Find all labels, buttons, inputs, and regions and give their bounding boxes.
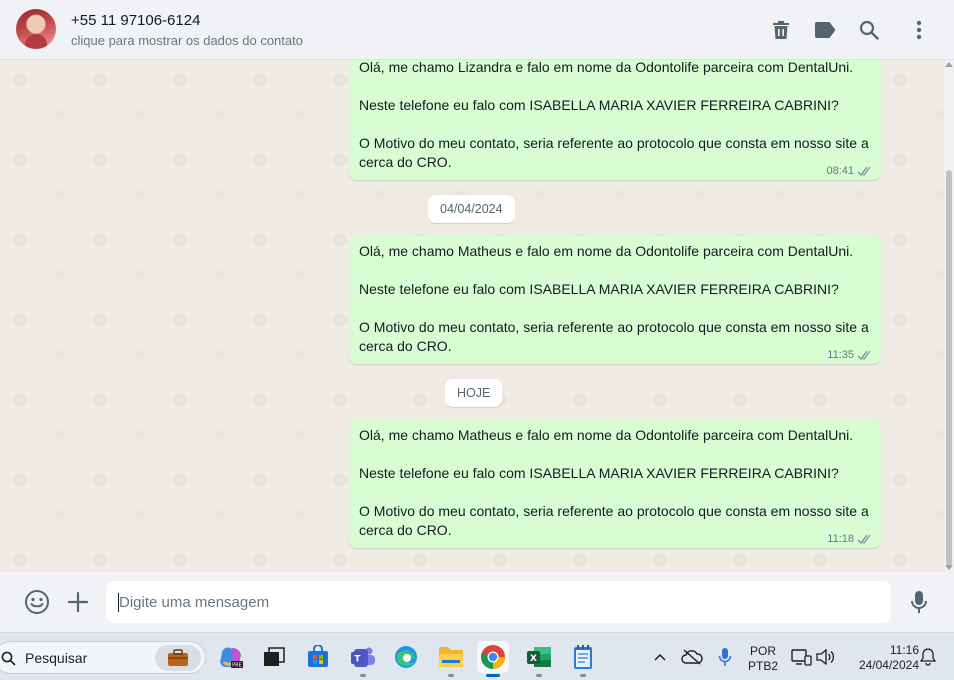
search-icon[interactable] <box>858 19 880 41</box>
chat-scrollbar[interactable] <box>944 60 954 572</box>
message-paragraph: O Motivo do meu contato, seria referente… <box>359 319 869 354</box>
message-time: 11:35 <box>827 349 854 361</box>
windows-taskbar: Pesquisar PRE T X POR PTB2 11:16 24/04/2… <box>0 632 954 680</box>
tray-onedrive-offline-icon[interactable] <box>676 641 708 673</box>
chat-header: +55 11 97106-6124 clique para mostrar os… <box>0 0 954 60</box>
taskbar-clock[interactable]: 11:16 24/04/2024 <box>843 643 919 673</box>
contact-info[interactable]: +55 11 97106-6124 clique para mostrar os… <box>71 11 303 50</box>
scroll-down-arrow-icon[interactable] <box>945 565 953 570</box>
message-paragraph: Olá, me chamo Matheus e falo em nome da … <box>359 243 854 259</box>
message-meta: 11:35 <box>827 349 873 361</box>
notification-bell-icon[interactable] <box>912 641 944 673</box>
outgoing-message[interactable]: Olá, me chamo Matheus e falo em nome da … <box>349 420 881 548</box>
double-check-icon <box>857 166 871 176</box>
message-list[interactable]: Olá, me chamo Lizandra e falo em nome da… <box>0 60 944 572</box>
scroll-up-arrow-icon[interactable] <box>945 62 953 67</box>
outgoing-message[interactable]: Olá, me chamo Matheus e falo em nome da … <box>349 236 881 364</box>
outgoing-message[interactable]: Olá, me chamo Lizandra e falo em nome da… <box>349 60 881 180</box>
taskbar-store-icon[interactable] <box>302 641 334 673</box>
date-divider: HOJE <box>445 379 503 407</box>
menu-icon[interactable] <box>908 19 930 41</box>
scrollbar-thumb[interactable] <box>946 170 952 566</box>
taskbar-chrome-icon[interactable] <box>477 641 509 677</box>
message-paragraph: O Motivo do meu contato, seria referente… <box>359 135 869 170</box>
svg-text:PRE: PRE <box>232 663 242 669</box>
contact-subtitle[interactable]: clique para mostrar os dados do contato <box>71 32 303 50</box>
running-indicator <box>580 674 586 677</box>
message-paragraph: Olá, me chamo Lizandra e falo em nome da… <box>359 60 854 75</box>
trash-icon[interactable] <box>770 19 792 41</box>
taskbar-search[interactable]: Pesquisar <box>0 641 206 674</box>
taskbar-copilot-icon[interactable]: PRE <box>215 641 247 673</box>
taskbar-teams-icon[interactable]: T <box>347 641 379 677</box>
tray-volume-icon[interactable] <box>809 641 841 673</box>
language-code: POR <box>749 644 776 658</box>
message-paragraph: O Motivo do meu contato, seria referente… <box>359 503 869 538</box>
date-divider: 04/04/2024 <box>428 195 515 223</box>
message-time: 08:41 <box>826 165 854 177</box>
taskbar-excel-icon[interactable]: X <box>523 641 555 677</box>
tray-chevron-up-icon[interactable] <box>644 641 676 673</box>
language-indicator[interactable]: POR PTB2 <box>746 644 780 674</box>
message-time: 11:18 <box>827 533 854 545</box>
message-meta: 08:41 <box>826 165 873 177</box>
tray-microphone-icon[interactable] <box>709 641 741 673</box>
message-paragraph: Neste telefone eu falo com ISABELLA MARI… <box>359 281 839 297</box>
search-icon <box>1 651 16 666</box>
taskbar-search-label: Pesquisar <box>25 650 88 666</box>
clock-time: 11:16 <box>889 643 919 657</box>
running-indicator <box>536 674 542 677</box>
message-paragraph: Neste telefone eu falo com ISABELLA MARI… <box>359 465 839 481</box>
contact-name[interactable]: +55 11 97106-6124 <box>71 11 303 30</box>
message-paragraph: Neste telefone eu falo com ISABELLA MARI… <box>359 97 839 113</box>
taskbar-notepad-icon[interactable] <box>567 641 599 677</box>
message-composer <box>0 572 954 632</box>
text-caret <box>118 593 119 612</box>
message-input[interactable] <box>106 581 891 623</box>
taskbar-taskview-icon[interactable] <box>258 641 290 673</box>
svg-text:X: X <box>530 654 537 664</box>
taskbar-file-explorer-icon[interactable] <box>435 641 467 677</box>
label-icon[interactable] <box>814 19 836 41</box>
microphone-icon[interactable] <box>906 589 932 615</box>
clock-date: 24/04/2024 <box>858 658 919 672</box>
keyboard-layout: PTB2 <box>747 659 778 673</box>
running-indicator <box>448 674 454 677</box>
active-indicator <box>486 674 500 677</box>
emoji-icon[interactable] <box>24 589 50 615</box>
contact-avatar[interactable] <box>16 9 56 49</box>
message-paragraph: Olá, me chamo Matheus e falo em nome da … <box>359 427 854 443</box>
double-check-icon <box>857 534 871 544</box>
double-check-icon <box>857 350 871 360</box>
svg-text:T: T <box>354 655 361 665</box>
taskbar-edge-icon[interactable] <box>390 641 422 673</box>
briefcase-icon <box>155 645 201 671</box>
attach-plus-icon[interactable] <box>65 589 91 615</box>
running-indicator <box>360 674 366 677</box>
message-meta: 11:18 <box>827 533 873 545</box>
